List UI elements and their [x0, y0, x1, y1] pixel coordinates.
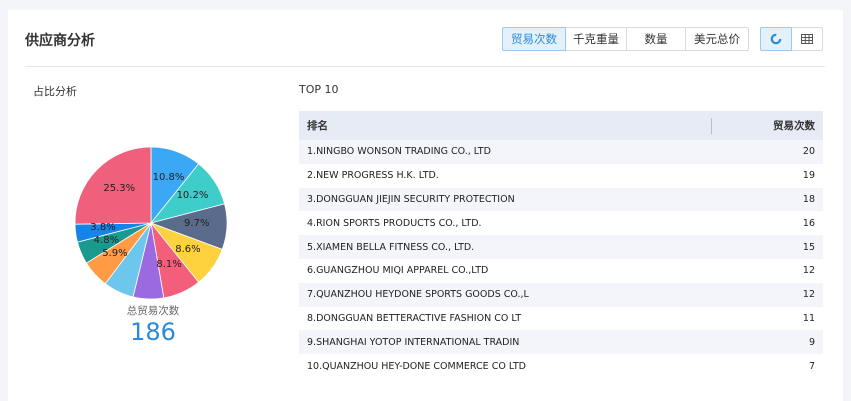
table-view-button[interactable] — [792, 27, 823, 51]
trade-count-cell: 12 — [802, 265, 815, 277]
trade-count-cell: 15 — [720, 235, 823, 259]
supplier-name-cell: 5.XIAMEN BELLA FITNESS CO., LTD. — [299, 235, 721, 259]
share-pie-chart: 10.8% 10.2% 9.7% 8.6% 8.1% 5.9% 4.8% 3.8% 25.3% — [73, 145, 229, 301]
trade-count-cell: 19 — [802, 170, 815, 182]
supplier-name-cell: 9.SHANGHAI YOTOP INTERNATIONAL TRADIN — [299, 330, 721, 355]
supplier-name-cell: 10.QUANZHOU HEY-DONE COMMERCE CO LTD — [307, 360, 526, 372]
tab-usd-total[interactable]: 美元总价 — [686, 27, 749, 51]
header-rank[interactable]: 排名 — [299, 111, 721, 140]
table-row[interactable]: 5.XIAMEN BELLA FITNESS CO., LTD. 15 — [299, 235, 823, 259]
total-label: 总贸易次数 — [126, 305, 180, 317]
supplier-analysis-card: 供应商分析 贸易次数 千克重量 数量 美元总价 占比分析 TOP 10 10.8… — [8, 10, 843, 401]
top10-table: 排名 贸易次数 1.NINGBO WONSON TRADING CO., LTD… — [299, 111, 823, 378]
trade-count-cell: 11 — [802, 312, 815, 324]
tab-quantity[interactable]: 数量 — [627, 27, 686, 51]
tab-weight-kg[interactable]: 千克重量 — [566, 27, 627, 51]
trade-count-cell: 9 — [720, 330, 823, 355]
table-row[interactable]: 3.DONGGUAN JIEJIN SECURITY PROTECTION 18 — [299, 187, 823, 212]
metric-tab-group: 贸易次数 千克重量 数量 美元总价 — [502, 27, 749, 51]
table-row[interactable]: 2.NEW PROGRESS H.K. LTD. 19 — [299, 164, 823, 188]
pie-slice-label: 9.7% — [184, 218, 210, 230]
trade-count-cell: 18 — [720, 187, 823, 212]
supplier-name-cell: 6.GUANGZHOU MIQI APPAREL CO.,LTD — [307, 265, 489, 277]
trade-count-cell: 7 — [808, 360, 815, 372]
pie-slice-label: 8.1% — [156, 258, 182, 270]
table-header-row: 排名 贸易次数 — [299, 111, 823, 140]
header-divider — [25, 66, 825, 67]
pie-slice-label: 8.6% — [175, 243, 201, 255]
pie-slice-label: 10.8% — [152, 171, 185, 183]
pie-slice-label: 5.9% — [102, 247, 128, 259]
pie-chart-icon — [770, 33, 782, 45]
table-row[interactable]: 9.SHANGHAI YOTOP INTERNATIONAL TRADIN 9 — [299, 330, 823, 355]
table-row[interactable]: 4.RION SPORTS PRODUCTS CO., LTD. 16 — [299, 211, 823, 235]
pie-chart-view-button[interactable] — [760, 27, 792, 51]
supplier-name-cell: 1.NINGBO WONSON TRADING CO., LTD — [299, 140, 721, 164]
pie-slice-label: 10.2% — [176, 190, 209, 202]
supplier-name-cell: 4.RION SPORTS PRODUCTS CO., LTD. — [307, 217, 482, 229]
supplier-name-cell: 3.DONGGUAN JIEJIN SECURITY PROTECTION — [299, 187, 721, 212]
tab-trade-count[interactable]: 贸易次数 — [502, 27, 566, 51]
supplier-name-cell: 7.QUANZHOU HEYDONE SPORTS GOODS CO.,L — [299, 282, 721, 307]
table-row[interactable]: 7.QUANZHOU HEYDONE SPORTS GOODS CO.,L 12 — [299, 282, 823, 307]
supplier-name-cell: 2.NEW PROGRESS H.K. LTD. — [307, 170, 439, 182]
table-row[interactable]: 10.QUANZHOU HEY-DONE COMMERCE CO LTD 7 — [299, 354, 823, 378]
table-row[interactable]: 6.GUANGZHOU MIQI APPAREL CO.,LTD 12 — [299, 259, 823, 283]
table-icon — [801, 34, 813, 44]
share-analysis-label: 占比分析 — [33, 85, 77, 98]
table-row[interactable]: 8.DONGGUAN BETTERACTIVE FASHION CO LT 11 — [299, 307, 823, 331]
top10-label: TOP 10 — [299, 83, 339, 96]
pie-slice-label: 3.8% — [90, 222, 116, 234]
total-value: 186 — [130, 318, 176, 346]
trade-count-cell: 12 — [720, 282, 823, 307]
table-row[interactable]: 1.NINGBO WONSON TRADING CO., LTD 20 — [299, 140, 823, 164]
pie-slice-label: 25.3% — [103, 182, 136, 194]
header-trade-count[interactable]: 贸易次数 — [720, 111, 823, 140]
trade-count-cell: 16 — [802, 217, 815, 229]
trade-count-cell: 20 — [720, 140, 823, 164]
pie-slice-label: 4.8% — [93, 234, 120, 246]
view-toggle — [760, 27, 823, 51]
supplier-name-cell: 8.DONGGUAN BETTERACTIVE FASHION CO LT — [307, 312, 522, 324]
panel-title: 供应商分析 — [25, 33, 95, 49]
